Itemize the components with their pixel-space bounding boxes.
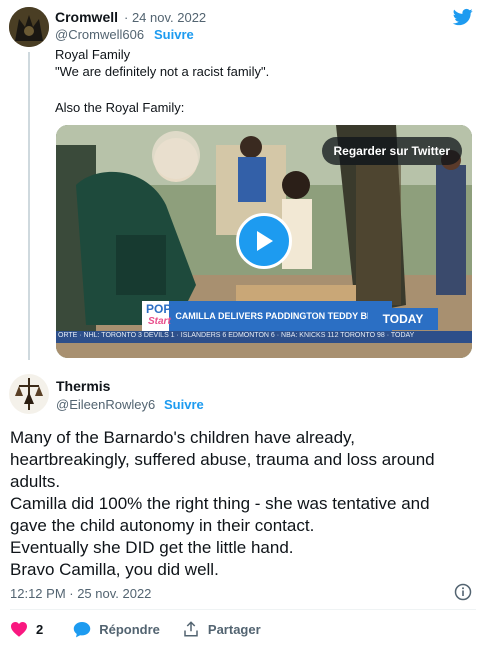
reply-text-line: Bravo Camilla, you did well.: [10, 560, 219, 579]
quoted-text: Royal Family "We are definitely not a ra…: [55, 46, 455, 116]
banner-caption: CAMILLA DELIVERS PADDINGTON TEDDY BEARS: [175, 311, 392, 321]
thread-line: [28, 52, 30, 360]
start-label: Start: [148, 316, 171, 327]
reply-button[interactable]: Répondre: [73, 621, 160, 638]
action-row: 2 Répondre Partager: [10, 620, 283, 638]
reply-text-line: Camilla did 100% the right thing - she w…: [10, 494, 430, 513]
video-player[interactable]: Regarder sur Twitter POP Start CAMILLA D…: [56, 125, 472, 358]
reply-label: Répondre: [99, 621, 160, 637]
reply-text: Many of the Barnardo's children have alr…: [10, 427, 480, 581]
quoted-text-line: [55, 80, 455, 97]
quoted-text-line: Also the Royal Family:: [55, 100, 185, 115]
share-button[interactable]: Partager: [182, 620, 261, 638]
reply-timestamp[interactable]: 12:12 PM · 25 nov. 2022: [10, 586, 151, 601]
quoted-date[interactable]: · 24 nov. 2022: [124, 10, 206, 25]
reply-text-line: Eventually she DID get the little hand.: [10, 538, 294, 557]
quoted-avatar[interactable]: [9, 7, 49, 47]
today-label: TODAY: [382, 312, 424, 326]
reply-text-line: heartbreakingly, suffered abuse, trauma …: [10, 450, 435, 469]
reply-text-line: adults.: [10, 472, 61, 491]
heart-icon: [11, 622, 27, 637]
reply-avatar[interactable]: [9, 374, 49, 414]
ticker-text: ORTE · NHL: TORONTO 3 DEVILS 1 · ISLANDE…: [58, 332, 415, 339]
play-icon[interactable]: [236, 213, 292, 269]
pop-label: POP: [146, 302, 172, 316]
quoted-follow-button[interactable]: Suivre: [154, 27, 194, 42]
reply-text-line: Many of the Barnardo's children have alr…: [10, 428, 356, 447]
watch-on-twitter-button[interactable]: Regarder sur Twitter: [321, 137, 462, 165]
like-button[interactable]: 2: [10, 621, 43, 637]
quoted-text-line: Royal Family: [55, 47, 131, 62]
quoted-author-name[interactable]: Cromwell: [55, 9, 118, 25]
reply-handle[interactable]: @EileenRowley6: [56, 397, 155, 412]
reply-author-name[interactable]: Thermis: [56, 378, 110, 394]
reply-follow-button[interactable]: Suivre: [164, 397, 204, 412]
pop-start-logo: POP Start: [142, 301, 172, 331]
share-icon: [184, 621, 198, 637]
reply-text-line: gave the child autonomy in their contact…: [10, 516, 315, 535]
watch-on-twitter-label: Regarder sur Twitter: [333, 144, 450, 158]
news-ticker: ORTE · NHL: TORONTO 3 DEVILS 1 · ISLANDE…: [56, 331, 472, 343]
likes-count: 2: [36, 621, 44, 637]
quoted-handle[interactable]: @Cromwell606: [55, 27, 144, 42]
share-label: Partager: [207, 621, 261, 637]
today-logo: TODAY: [368, 308, 438, 330]
info-icon[interactable]: [454, 583, 472, 601]
divider: [10, 609, 476, 610]
broadcast-banner: POP Start CAMILLA DELIVERS PADDINGTON TE…: [142, 301, 392, 331]
twitter-bird-icon[interactable]: [452, 7, 474, 27]
quoted-text-line: "We are definitely not a racist family".: [55, 64, 270, 79]
speech-bubble-icon: [73, 621, 91, 637]
